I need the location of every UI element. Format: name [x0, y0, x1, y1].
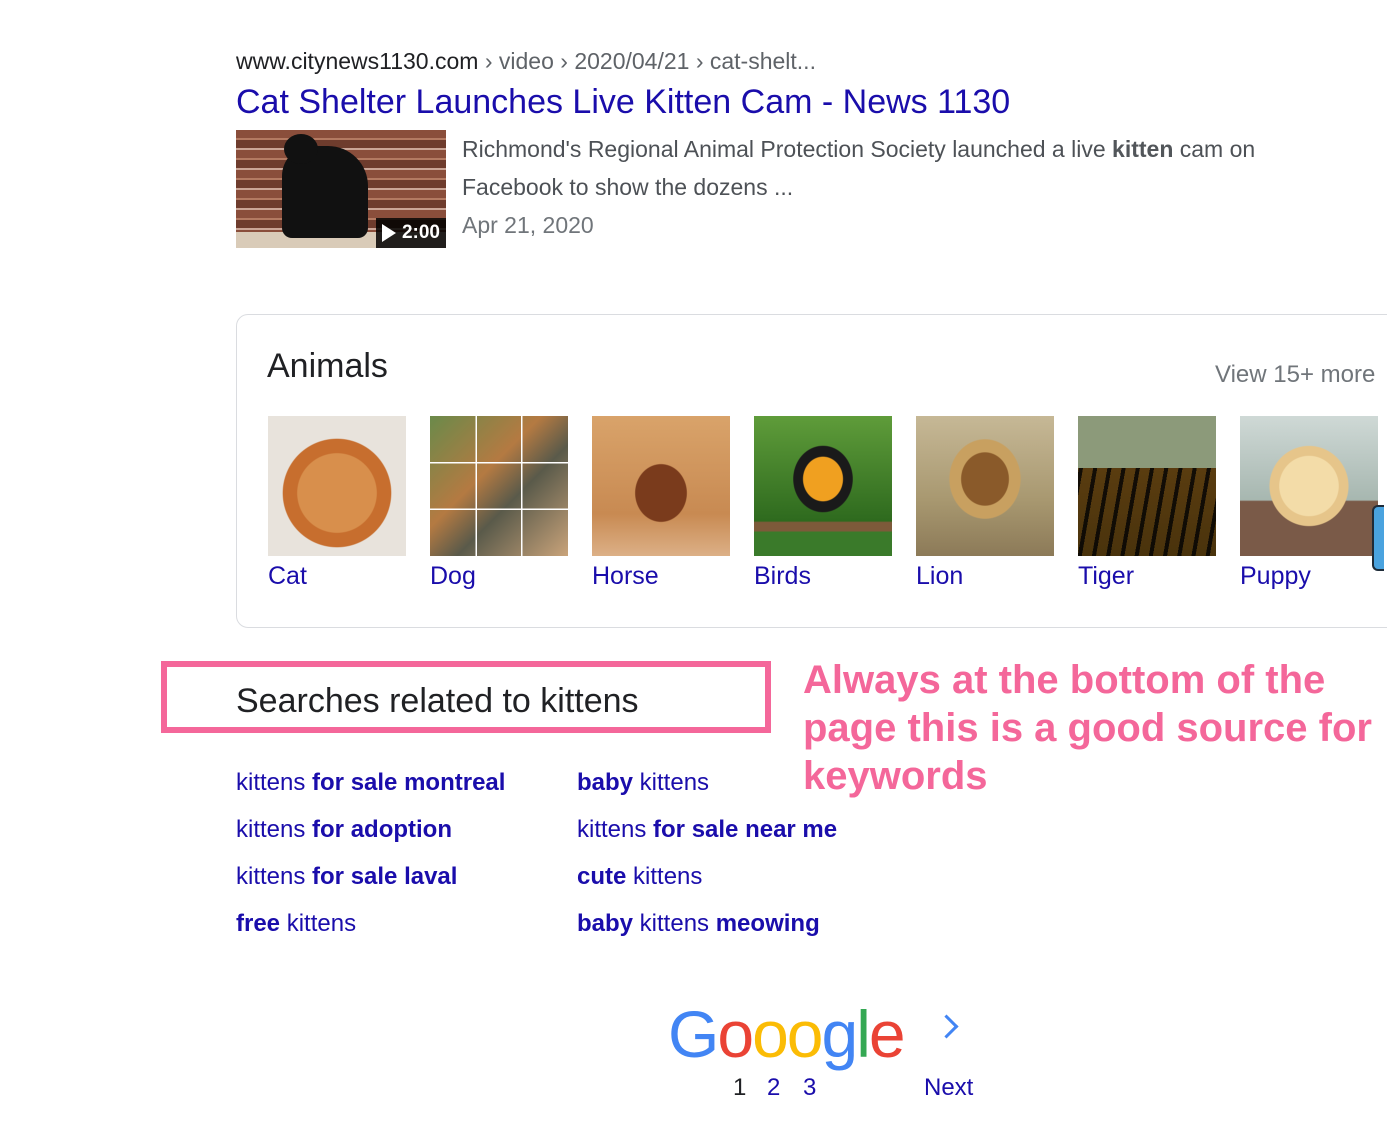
puppy-image[interactable] [1240, 416, 1378, 556]
animal-item-horse[interactable]: Horse [592, 416, 730, 592]
related-search-link[interactable]: baby kittens meowing [577, 907, 837, 954]
related-plain: kittens [577, 816, 654, 843]
related-search-link[interactable]: cute kittens [577, 860, 837, 907]
chevron-right-icon[interactable] [934, 1014, 959, 1039]
search-result: www.citynews1130.com › video › 2020/04/2… [236, 44, 1336, 248]
related-bold: baby [577, 910, 634, 937]
related-bold: for sale montreal [312, 769, 506, 796]
carousel-next-button[interactable] [1372, 505, 1384, 571]
birds-image[interactable] [754, 416, 892, 556]
related-column-right: baby kittens kittens for sale near me cu… [577, 766, 837, 954]
animal-label-horse[interactable]: Horse [592, 560, 730, 592]
logo-letter: o [786, 997, 824, 1071]
play-icon [381, 224, 396, 242]
animal-label-tiger[interactable]: Tiger [1078, 560, 1216, 592]
black-cat-head [284, 134, 318, 164]
animal-label-birds[interactable]: Birds [754, 560, 892, 592]
logo-letter: o [717, 997, 754, 1071]
related-search-link[interactable]: free kittens [236, 907, 505, 954]
related-search-link[interactable]: kittens for sale laval [236, 860, 505, 907]
animal-item-dog[interactable]: Dog [430, 416, 568, 592]
logo-letter: g [821, 997, 859, 1071]
related-search-link[interactable]: baby kittens [577, 766, 837, 813]
related-plain: kittens [633, 769, 710, 796]
result-title-link[interactable]: Cat Shelter Launches Live Kitten Cam - N… [236, 80, 1336, 124]
related-plain: kittens [280, 910, 357, 937]
horse-image[interactable] [592, 416, 730, 556]
result-breadcrumb[interactable]: www.citynews1130.com › video › 2020/04/2… [236, 44, 1336, 78]
related-search-link[interactable]: kittens for sale near me [577, 813, 837, 860]
related-bold: for adoption [312, 816, 452, 843]
lion-image[interactable] [916, 416, 1054, 556]
dog-image[interactable] [430, 416, 568, 556]
page-2-link[interactable]: 2 [767, 1074, 780, 1102]
animal-label-cat[interactable]: Cat [268, 560, 406, 592]
related-plain: kittens [626, 863, 703, 890]
tiger-image[interactable] [1078, 416, 1216, 556]
animal-item-puppy[interactable]: Puppy [1240, 416, 1378, 592]
related-plain: kittens [236, 816, 313, 843]
related-plain: kittens [236, 863, 313, 890]
related-search-link[interactable]: kittens for adoption [236, 813, 505, 860]
video-duration: 2:00 [401, 222, 440, 243]
result-snippet: Richmond's Regional Animal Protection So… [462, 130, 1322, 248]
logo-letter: G [668, 997, 719, 1071]
view-more-link[interactable]: View 15+ more [1215, 361, 1375, 389]
page-3-link[interactable]: 3 [803, 1074, 816, 1102]
google-logo[interactable]: Gooogle [668, 994, 906, 1074]
animal-item-lion[interactable]: Lion [916, 416, 1054, 592]
logo-letter: l [856, 997, 871, 1071]
page-1-current: 1 [733, 1074, 747, 1101]
cat-image[interactable] [268, 416, 406, 556]
animal-item-tiger[interactable]: Tiger [1078, 416, 1216, 592]
logo-letter: o [752, 997, 789, 1071]
video-duration-badge: 2:00 [375, 218, 446, 248]
related-plain: kittens [236, 769, 313, 796]
logo-letter: e [868, 997, 906, 1071]
related-bold: cute [577, 863, 627, 890]
result-date: Apr 21, 2020 [462, 212, 594, 238]
related-bold: meowing [715, 910, 820, 937]
result-body: 2:00 Richmond's Regional Animal Protecti… [236, 130, 1336, 248]
animal-label-puppy[interactable]: Puppy [1240, 560, 1378, 592]
animals-title: Animals [267, 347, 388, 385]
animal-label-dog[interactable]: Dog [430, 560, 568, 592]
related-searches-heading: Searches related to kittens [236, 682, 639, 720]
animal-item-cat[interactable]: Cat [268, 416, 406, 592]
related-search-link[interactable]: kittens for sale montreal [236, 766, 505, 813]
video-thumbnail[interactable]: 2:00 [236, 130, 446, 248]
related-plain: kittens [633, 910, 716, 937]
snippet-text-before: Richmond's Regional Animal Protection So… [462, 136, 1113, 162]
animals-card: Animals View 15+ more Cat Dog Horse Bird… [236, 314, 1387, 628]
related-bold: for sale near me [653, 816, 838, 843]
annotation-callout: Always at the bottom of the page this is… [803, 658, 1372, 798]
related-bold: baby [577, 769, 634, 796]
animal-label-lion[interactable]: Lion [916, 560, 1054, 592]
next-page-link[interactable]: Next [924, 1074, 973, 1102]
related-column-left: kittens for sale montreal kittens for ad… [236, 766, 505, 954]
result-site: www.citynews1130.com [236, 48, 479, 74]
animal-item-birds[interactable]: Birds [754, 416, 892, 592]
result-path: › video › 2020/04/21 › cat-shelt... [478, 48, 816, 74]
related-bold: free [236, 910, 281, 937]
related-bold: for sale laval [312, 863, 458, 890]
snippet-bold: kitten [1112, 136, 1174, 162]
